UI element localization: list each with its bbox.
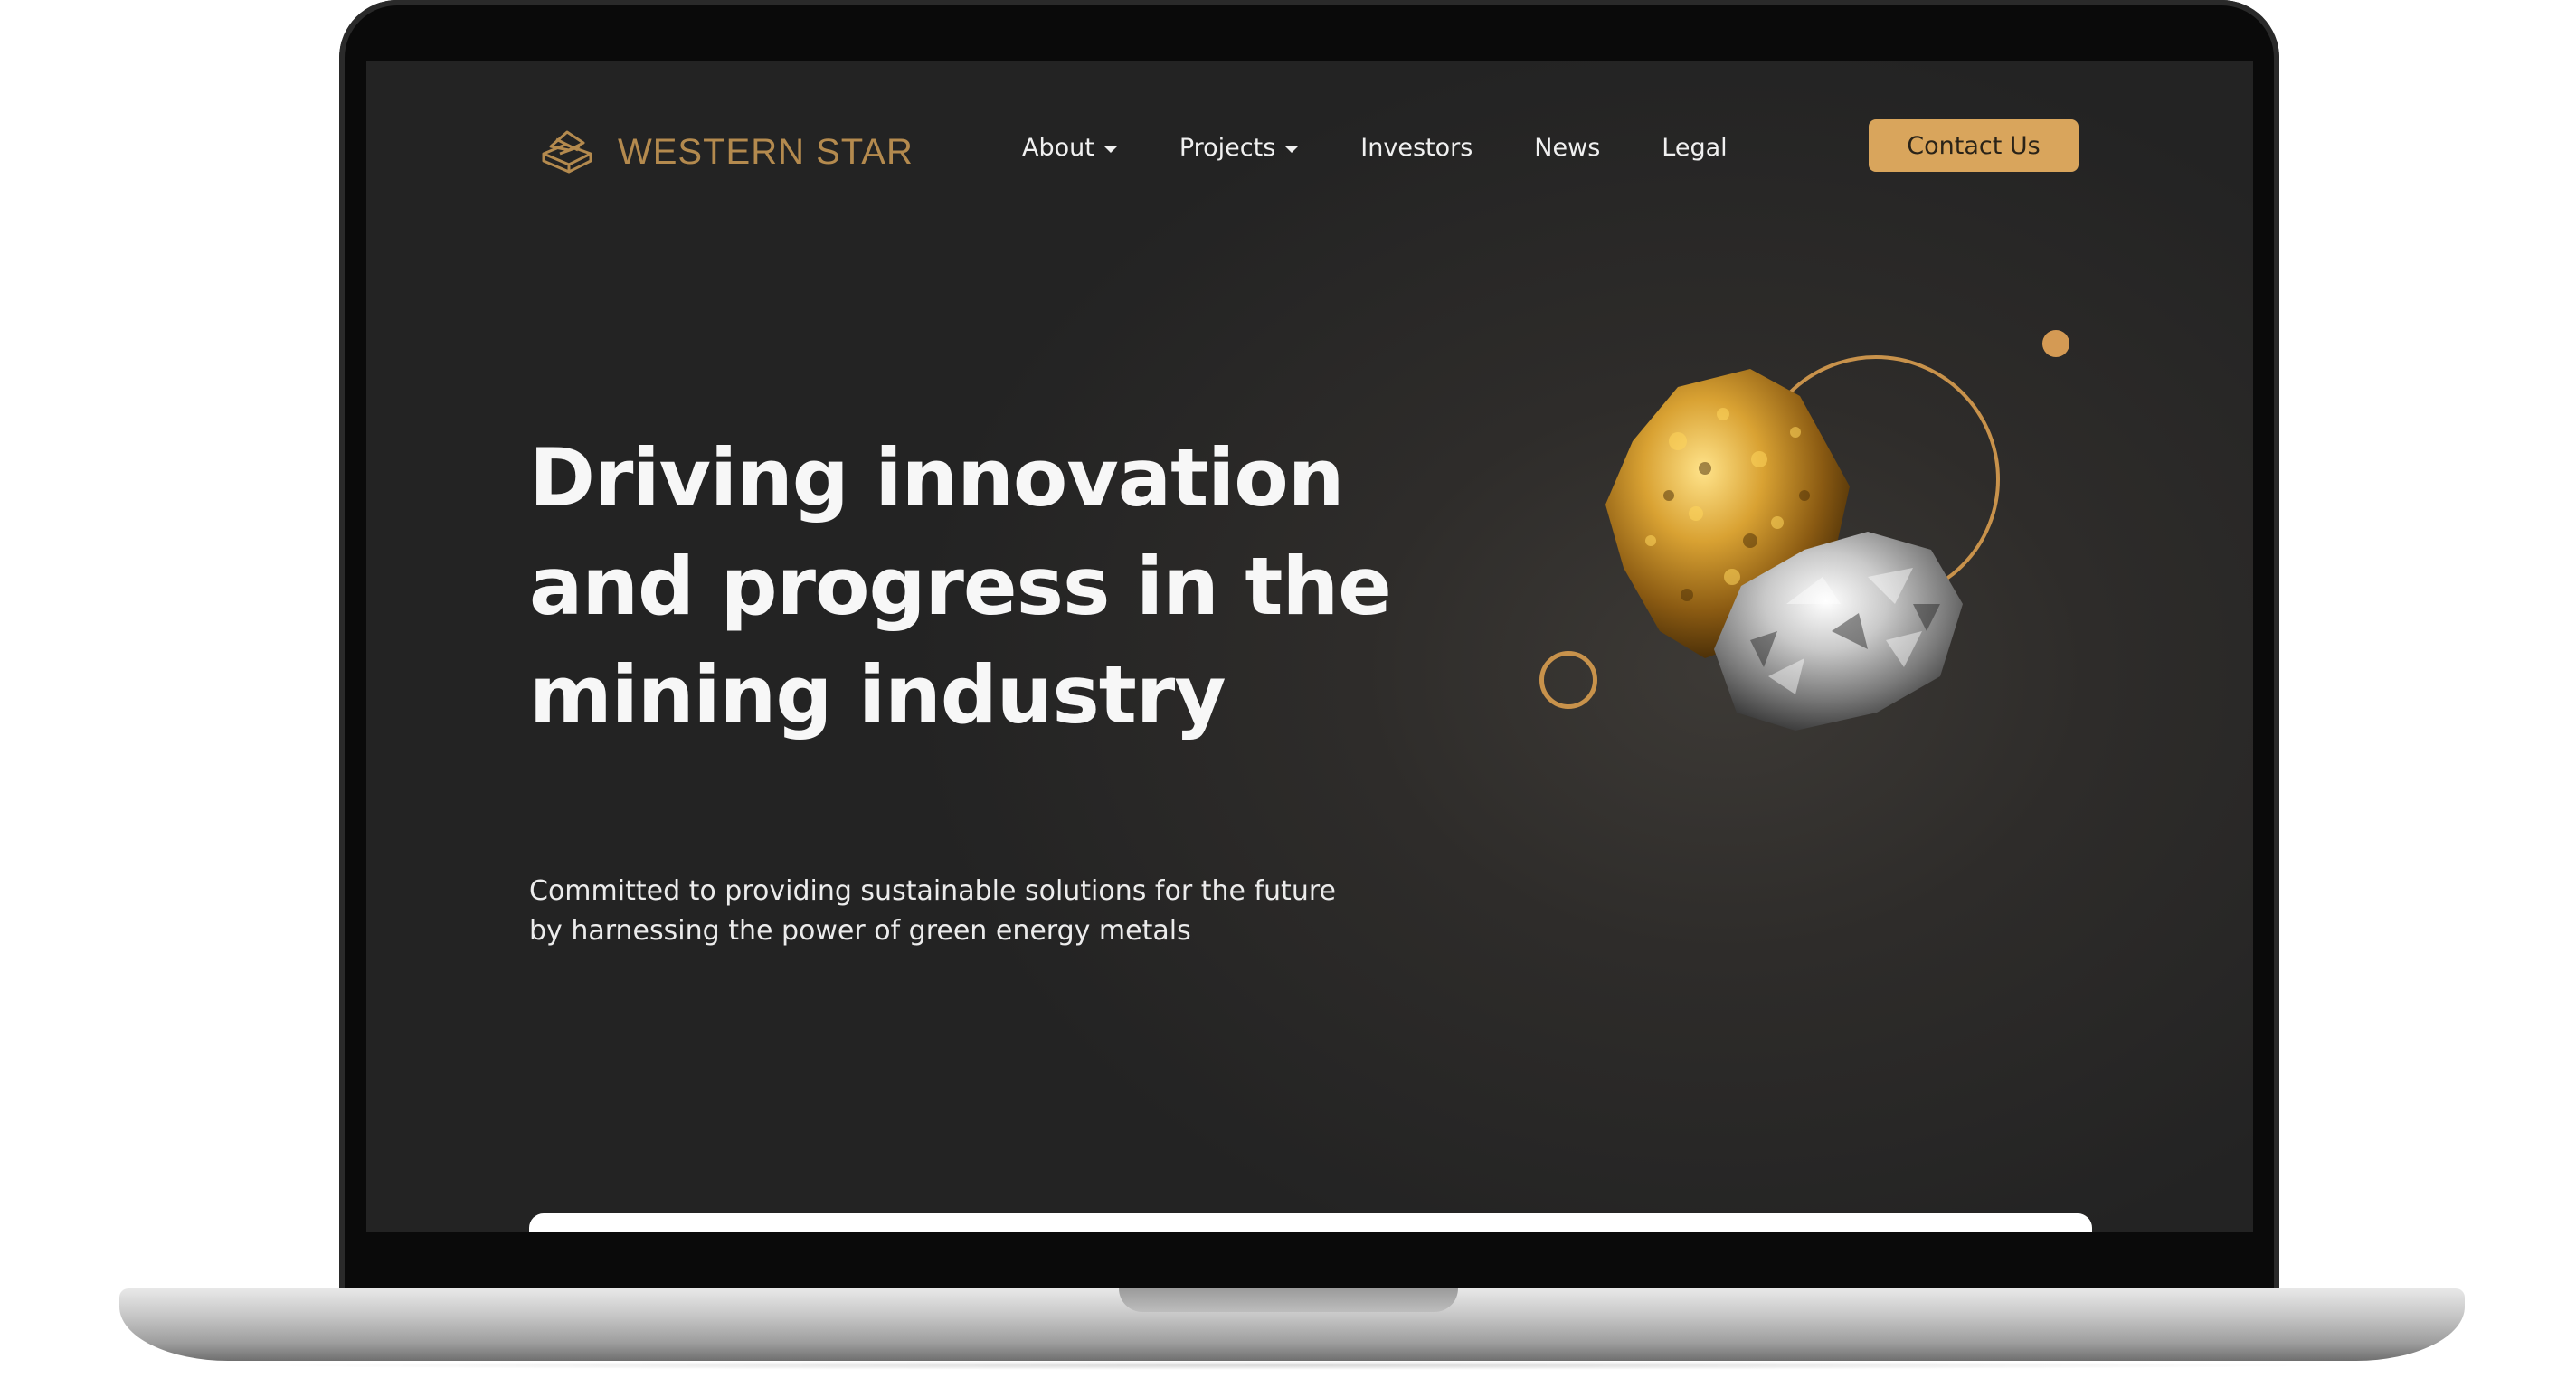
nav-item-investors[interactable]: Investors <box>1360 134 1473 162</box>
brand-logo[interactable]: WESTERN STAR <box>538 127 914 177</box>
nav-item-about[interactable]: About <box>1022 134 1118 162</box>
website-screen: WESTERN STAR About Projects Investors Ne… <box>366 61 2253 1232</box>
main-nav: About Projects Investors News Legal <box>1022 134 1728 162</box>
content-card-top-edge <box>529 1213 2092 1232</box>
nav-item-label: News <box>1534 134 1601 162</box>
hero-subtitle: Committed to providing sustainable solut… <box>529 875 1336 947</box>
nav-item-projects[interactable]: Projects <box>1179 134 1300 162</box>
ore-rocks-image <box>1569 333 2040 807</box>
caret-down-icon <box>1103 146 1118 153</box>
nav-item-label: Legal <box>1662 134 1728 162</box>
nav-item-legal[interactable]: Legal <box>1662 134 1727 162</box>
laptop-mockup: WESTERN STAR About Projects Investors Ne… <box>0 0 2576 1378</box>
stacked-cubes-logo-icon <box>538 127 598 177</box>
contact-us-button[interactable]: Contact Us <box>1869 119 2079 172</box>
laptop-shadow <box>226 1361 2352 1370</box>
nav-item-label: About <box>1022 134 1094 162</box>
nav-item-label: Investors <box>1360 134 1473 162</box>
brand-name: WESTERN STAR <box>618 131 914 172</box>
decorative-dot <box>2042 330 2069 357</box>
caret-down-icon <box>1284 146 1300 153</box>
nav-item-news[interactable]: News <box>1534 134 1600 162</box>
hero-title: Driving innovation and progress in the m… <box>529 430 1392 741</box>
laptop-opening-notch <box>1119 1288 1458 1312</box>
nav-item-label: Projects <box>1179 134 1276 162</box>
